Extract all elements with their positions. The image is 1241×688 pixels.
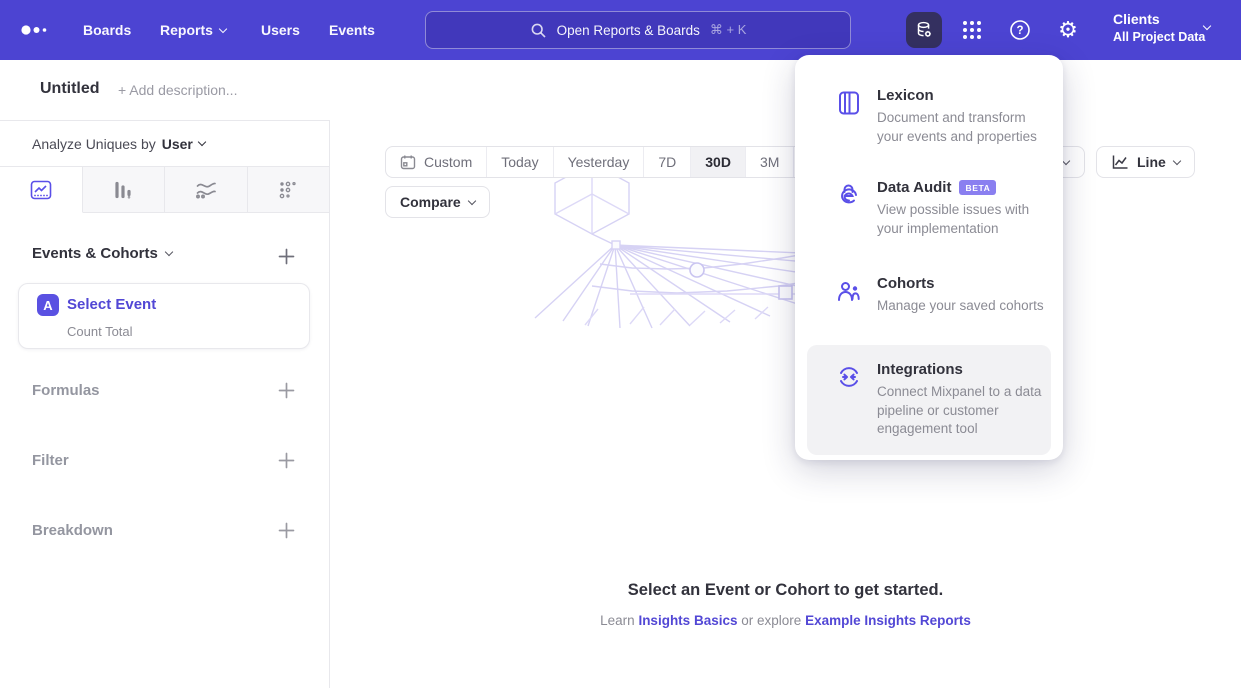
menu-item-title: Lexicon [877,87,1047,104]
account-switcher[interactable]: Clients All Project Data [1113,10,1205,46]
count-total-label[interactable]: Count Total [67,324,133,339]
project-name: All Project Data [1113,29,1205,46]
breakdown-section-label: Breakdown [32,522,113,539]
plus-icon [278,452,295,469]
beta-badge: BETA [959,180,996,195]
analyze-by-dropdown[interactable]: User [162,136,205,152]
chart-type-tabs [0,167,329,213]
analyze-uniques-row: Analyze Uniques by User [0,121,329,167]
data-management-button[interactable] [906,12,942,48]
chart-type-tab-line[interactable] [0,167,83,213]
search-placeholder: Open Reports & Boards [557,23,700,38]
data-audit-icon [835,179,863,238]
empty-state-title: Select an Event or Cohort to get started… [330,581,1241,600]
chevron-down-icon [1062,156,1070,164]
menu-item-lexicon[interactable]: Lexicon Document and transform your even… [807,77,1051,156]
chart-type-tab-flow[interactable] [165,167,248,213]
line-chart-icon [1111,154,1129,170]
menu-item-description: Manage your saved cohorts [877,297,1047,316]
mixpanel-logo-icon[interactable] [20,22,50,43]
report-title[interactable]: Untitled [40,80,100,98]
add-description-button[interactable]: + Add description... [118,82,237,98]
chart-style-dropdown[interactable]: Line [1096,146,1195,178]
nav-reports[interactable]: Reports [160,0,226,60]
search-icon [530,22,547,39]
plus-icon [278,382,295,399]
gear-icon: ⚙ [1058,19,1078,41]
flow-chart-icon [195,181,217,199]
question-circle-icon: ? [1008,18,1032,42]
date-range-7d[interactable]: 7D [644,147,691,177]
apps-grid-button[interactable] [954,12,990,48]
global-search-input[interactable]: Open Reports & Boards ⌘ + K [425,11,851,49]
date-range-yesterday[interactable]: Yesterday [554,147,645,177]
date-range-custom[interactable]: Custom [386,147,487,177]
menu-item-description: Connect Mixpanel to a data pipeline or c… [877,383,1047,439]
settings-button[interactable]: ⚙ [1050,12,1086,48]
events-cohorts-header[interactable]: Events & Cohorts [32,245,172,262]
chevron-down-icon [219,24,227,32]
date-range-30d[interactable]: 30D [691,147,746,177]
date-range-3m[interactable]: 3M [746,147,794,177]
plus-icon [278,248,295,265]
chart-type-tab-metric[interactable] [248,167,330,213]
formulas-section-label: Formulas [32,382,100,399]
bar-chart-icon [113,180,133,200]
menu-item-title: Data Audit BETA [877,179,1047,196]
add-formula-button[interactable] [278,382,296,400]
menu-item-data-audit[interactable]: Data Audit BETA View possible issues wit… [807,169,1051,248]
organization-name: Clients [1113,10,1205,29]
grid-dots-icon [961,19,983,41]
mixpanel-insights-screen: Boards Reports Users Events Open Reports… [0,0,1241,688]
chevron-down-icon [165,248,173,256]
empty-state-subtitle: Learn Insights Basics or explore Example… [330,613,1241,628]
menu-item-description: View possible issues with your implement… [877,201,1047,238]
report-canvas: Custom Today Yesterday 7D 30D 3M 6M Comp… [330,120,1241,688]
insights-basics-link[interactable]: Insights Basics [638,613,737,628]
date-range-today[interactable]: Today [487,147,553,177]
query-builder-sidebar: Analyze Uniques by User [0,120,330,688]
plus-icon [278,522,295,539]
compare-button[interactable]: Compare [385,186,490,218]
top-navigation-bar: Boards Reports Users Events Open Reports… [0,0,1241,60]
cohorts-people-icon [835,275,863,316]
chevron-down-icon [467,196,475,204]
or-explore-text: or explore [741,613,801,628]
search-shortcut: ⌘ + K [710,22,747,38]
menu-item-description: Document and transform your events and p… [877,109,1047,146]
example-insights-reports-link[interactable]: Example Insights Reports [805,613,971,628]
nav-users[interactable]: Users [261,0,300,60]
analyze-uniques-label: Analyze Uniques by [32,136,156,152]
help-button[interactable]: ? [1002,12,1038,48]
line-chart-icon [30,180,52,200]
svg-text:?: ? [1016,25,1023,37]
menu-item-cohorts[interactable]: Cohorts Manage your saved cohorts [807,265,1051,326]
add-filter-button[interactable] [278,452,296,470]
nav-boards[interactable]: Boards [83,0,131,60]
add-breakdown-button[interactable] [278,522,296,540]
chevron-down-icon [1173,156,1181,164]
event-row-card[interactable]: A Select Event Count Total [18,283,310,349]
calendar-icon [400,154,416,170]
event-letter-badge: A [37,294,59,316]
learn-text: Learn [600,613,635,628]
filter-section-label: Filter [32,452,69,469]
dot-grid-icon [278,180,298,200]
nav-events[interactable]: Events [329,0,375,60]
select-event-label[interactable]: Select Event [67,296,156,313]
lexicon-book-icon [835,87,863,146]
add-event-button[interactable] [278,248,296,266]
chart-type-tab-bar[interactable] [83,167,166,213]
menu-item-title: Integrations [877,361,1047,378]
menu-item-integrations[interactable]: Integrations Connect Mixpanel to a data … [807,345,1051,455]
integrations-sync-icon [835,361,863,439]
menu-item-title: Cohorts [877,275,1047,292]
database-gear-icon [913,19,935,41]
data-management-menu: Lexicon Document and transform your even… [795,55,1063,460]
chevron-down-icon [198,138,206,146]
